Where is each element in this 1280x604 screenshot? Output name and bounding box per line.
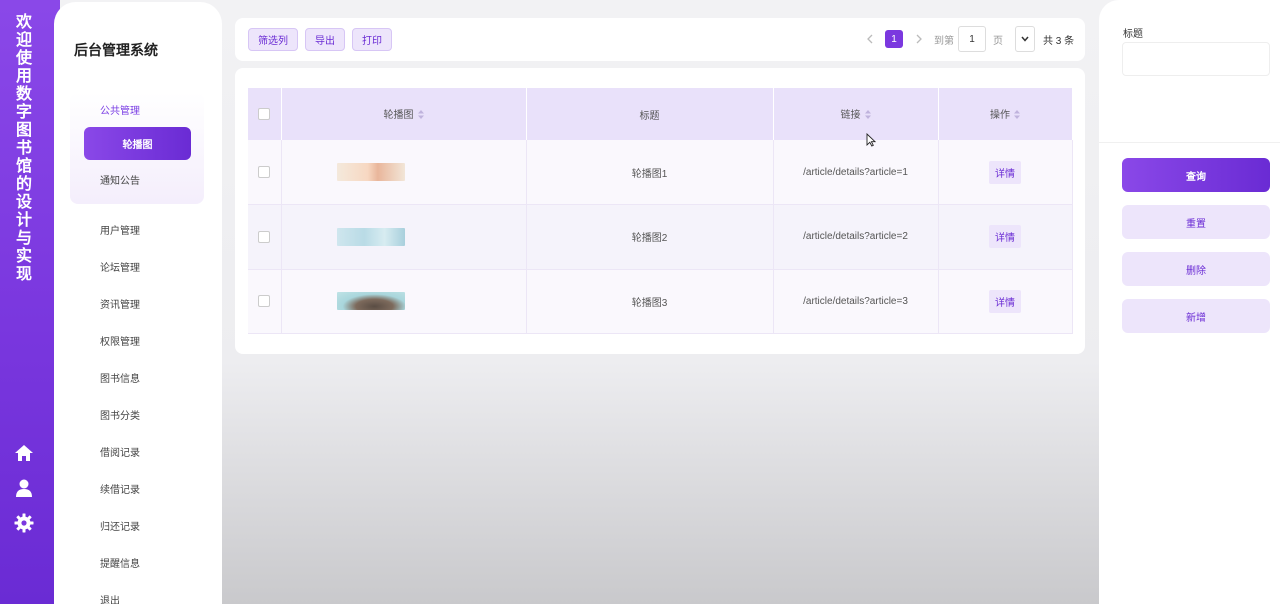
detail-button[interactable]: 详情 — [989, 225, 1021, 249]
row-link: /article/details?article=1 — [773, 140, 939, 205]
table-row[interactable]: 轮播图2 /article/details?article=2 详情 — [248, 204, 1073, 270]
select-all-cell — [248, 88, 282, 140]
total-count: 共 3 条 — [1043, 35, 1075, 47]
panel-divider — [1099, 142, 1280, 143]
next-page-icon[interactable] — [915, 27, 923, 51]
header-action[interactable]: 操作 — [938, 88, 1073, 140]
sidebar-item-reminders[interactable]: 提醒信息 — [100, 555, 140, 570]
sort-icon[interactable] — [417, 109, 424, 122]
sort-icon[interactable] — [864, 109, 871, 122]
sort-icon[interactable] — [1014, 109, 1020, 122]
table-row[interactable]: 轮播图1 /article/details?article=1 详情 — [248, 140, 1073, 205]
table-header-row: 轮播图 标题 链接 操作 — [248, 88, 1073, 140]
chevron-down-icon — [1021, 36, 1029, 42]
sidebar-item-news[interactable]: 资讯管理 — [100, 296, 140, 311]
page-unit-label: 页 — [993, 35, 1003, 47]
row-checkbox[interactable] — [258, 230, 271, 243]
detail-button[interactable]: 详情 — [989, 160, 1021, 184]
carousel-table: 轮播图 标题 链接 操作 轮播图1 /article/details?artic… — [248, 88, 1073, 334]
mouse-cursor-icon — [866, 132, 877, 152]
row-image-cell — [281, 269, 527, 334]
page-size-select[interactable] — [1015, 26, 1035, 52]
current-page[interactable]: 1 — [885, 30, 903, 48]
home-icon[interactable] — [13, 442, 35, 464]
carousel-thumbnail — [336, 292, 405, 311]
side-menu: 后台管理系统 公共管理 轮播图 通知公告 用户管理 论坛管理 资讯管理 权限管理… — [54, 2, 222, 604]
row-checkbox[interactable] — [258, 166, 271, 178]
goto-page-input[interactable]: 1 — [958, 26, 986, 52]
header-link[interactable]: 链接 — [773, 88, 939, 140]
row-action-cell: 详情 — [938, 140, 1073, 205]
header-image[interactable]: 轮播图 — [281, 88, 527, 140]
menu-group-public: 公共管理 轮播图 通知公告 — [70, 92, 204, 204]
sidebar-item-logout[interactable]: 退出 — [100, 592, 120, 604]
row-action-cell: 详情 — [938, 269, 1073, 334]
system-title: 后台管理系统 — [74, 42, 158, 58]
goto-label: 到第 — [934, 35, 954, 47]
add-button[interactable]: 新增 — [1122, 299, 1270, 333]
header-title: 标题 — [526, 88, 774, 140]
search-panel: 标题 查询 重置 删除 新增 — [1099, 0, 1280, 604]
row-select-cell — [248, 269, 282, 334]
table-row[interactable]: 轮播图3 /article/details?article=3 详情 — [248, 269, 1073, 334]
left-brand-bar: 欢迎使用数字图书馆的设计与实现 — [0, 0, 60, 604]
sidebar-item-book-category[interactable]: 图书分类 — [100, 407, 140, 422]
detail-button[interactable]: 详情 — [989, 289, 1021, 313]
delete-button[interactable]: 删除 — [1122, 252, 1270, 286]
export-button[interactable]: 导出 — [305, 28, 345, 51]
sidebar-item-forum[interactable]: 论坛管理 — [100, 259, 140, 274]
row-title: 轮播图3 — [526, 269, 774, 334]
row-title: 轮播图2 — [526, 204, 774, 270]
row-link: /article/details?article=3 — [773, 269, 939, 334]
header-link-label: 链接 — [840, 110, 861, 122]
sidebar-item-borrow-records[interactable]: 借阅记录 — [100, 444, 140, 459]
row-select-cell — [248, 204, 282, 270]
vertical-app-title: 欢迎使用数字图书馆的设计与实现 — [15, 14, 32, 283]
header-image-label: 轮播图 — [383, 110, 414, 122]
row-checkbox[interactable] — [258, 295, 271, 308]
sidebar-item-carousel[interactable]: 轮播图 — [84, 127, 191, 160]
row-image-cell — [281, 140, 527, 205]
sidebar-item-users[interactable]: 用户管理 — [100, 222, 140, 237]
menu-group-label[interactable]: 公共管理 — [100, 102, 140, 117]
gear-icon[interactable] — [13, 512, 35, 534]
toolbar: 筛选列 导出 打印 1 到第 1 页 共 3 条 — [235, 18, 1085, 61]
sidebar-item-permissions[interactable]: 权限管理 — [100, 333, 140, 348]
row-link: /article/details?article=2 — [773, 204, 939, 270]
reset-button[interactable]: 重置 — [1122, 205, 1270, 239]
row-title: 轮播图1 — [526, 140, 774, 205]
carousel-thumbnail — [336, 227, 405, 246]
row-image-cell — [281, 204, 527, 270]
sidebar-item-notice[interactable]: 通知公告 — [100, 172, 140, 187]
user-icon[interactable] — [13, 477, 35, 499]
sidebar-item-book-info[interactable]: 图书信息 — [100, 370, 140, 385]
select-all-checkbox[interactable] — [258, 108, 271, 120]
sidebar-item-renew-records[interactable]: 续借记录 — [100, 481, 140, 496]
header-action-label: 操作 — [990, 110, 1010, 122]
carousel-thumbnail — [336, 163, 405, 181]
row-action-cell: 详情 — [938, 204, 1073, 270]
sidebar-item-return-records[interactable]: 归还记录 — [100, 518, 140, 533]
print-button[interactable]: 打印 — [352, 28, 392, 51]
title-search-input[interactable] — [1122, 42, 1270, 76]
prev-page-icon[interactable] — [866, 27, 874, 51]
filter-columns-button[interactable]: 筛选列 — [248, 28, 298, 51]
row-select-cell — [248, 140, 282, 205]
title-field-label: 标题 — [1123, 29, 1143, 40]
query-button[interactable]: 查询 — [1122, 158, 1270, 192]
table-card: 轮播图 标题 链接 操作 轮播图1 /article/details?artic… — [235, 68, 1085, 354]
